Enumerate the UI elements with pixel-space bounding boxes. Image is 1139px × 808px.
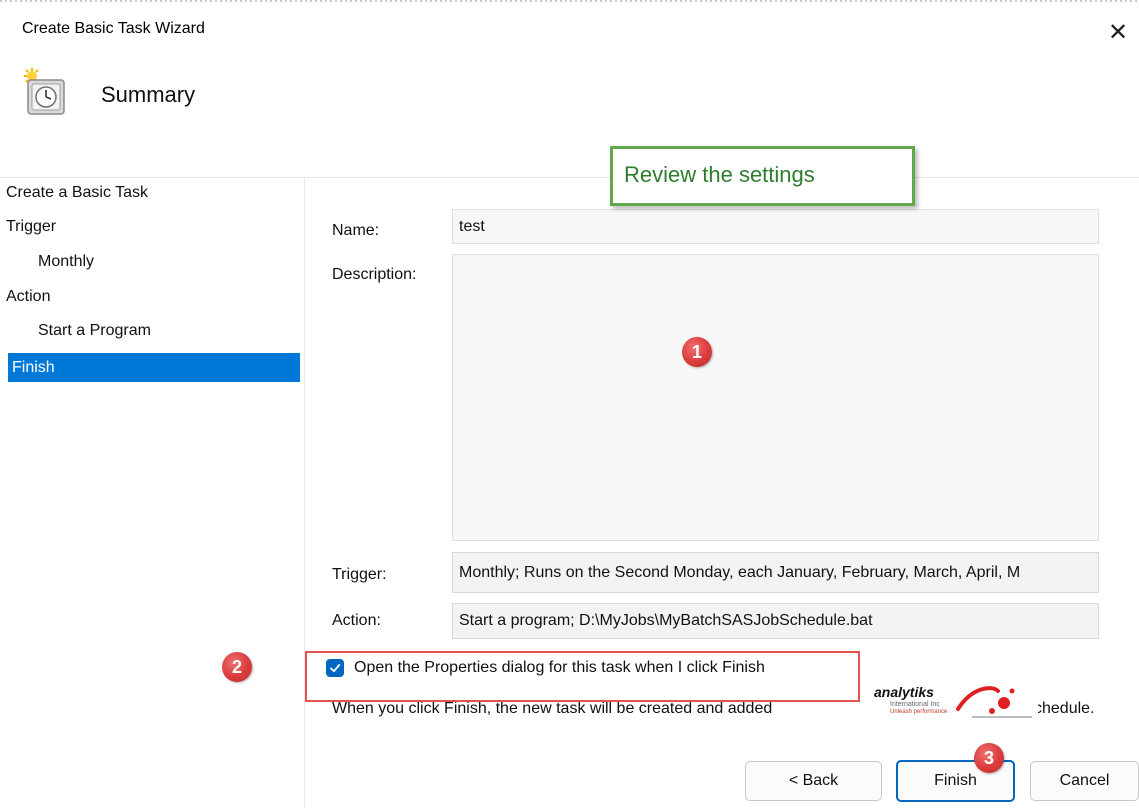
analytiks-logo: analytiks International Inc Unleash perf… bbox=[866, 675, 1038, 729]
sidebar-item-action[interactable]: Action bbox=[6, 282, 300, 312]
name-label: Name: bbox=[332, 222, 380, 239]
sidebar-item-monthly[interactable]: Monthly bbox=[38, 247, 300, 277]
description-label: Description: bbox=[332, 266, 417, 283]
window-frame-edge bbox=[0, 0, 1139, 2]
logo-tagline: Unleash performance bbox=[890, 709, 948, 715]
action-field: Start a program; D:\MyJobs\MyBatchSASJob… bbox=[452, 603, 1099, 639]
sidebar-item-create-basic-task[interactable]: Create a Basic Task bbox=[6, 178, 300, 208]
logo-sub: International Inc bbox=[890, 701, 940, 708]
trigger-field: Monthly; Runs on the Second Monday, each… bbox=[452, 552, 1099, 593]
back-button[interactable]: < Back bbox=[745, 761, 882, 801]
description-field bbox=[452, 254, 1099, 541]
name-field: test bbox=[452, 209, 1099, 244]
cancel-button[interactable]: Cancel bbox=[1030, 761, 1139, 801]
wizard-step-title: Summary bbox=[101, 82, 196, 107]
review-settings-callout: Review the settings bbox=[610, 146, 915, 206]
close-icon[interactable]: ✕ bbox=[1098, 12, 1138, 52]
wizard-window: Create Basic Task Wizard ✕ Summary Creat… bbox=[0, 0, 1139, 808]
logo-swoosh-icon bbox=[956, 686, 1032, 718]
step-marker-1: 1 bbox=[682, 337, 712, 367]
sidebar-item-finish[interactable]: Finish bbox=[8, 353, 300, 382]
sidebar-item-trigger[interactable]: Trigger bbox=[6, 212, 300, 242]
window-title: Create Basic Task Wizard bbox=[22, 20, 205, 37]
scheduled-task-clock-icon bbox=[24, 68, 65, 115]
trigger-label: Trigger: bbox=[332, 566, 387, 583]
step-marker-3: 3 bbox=[974, 743, 1004, 773]
logo-name: analytiks bbox=[874, 684, 934, 700]
finish-info-text: When you click Finish, the new task will… bbox=[332, 700, 773, 717]
step-marker-2: 2 bbox=[222, 652, 252, 682]
checkbox-highlight-box bbox=[305, 651, 860, 702]
sidebar-item-start-a-program[interactable]: Start a Program bbox=[38, 316, 300, 346]
action-label: Action: bbox=[332, 612, 381, 629]
finish-info-text-tail: chedule. bbox=[1034, 700, 1095, 717]
